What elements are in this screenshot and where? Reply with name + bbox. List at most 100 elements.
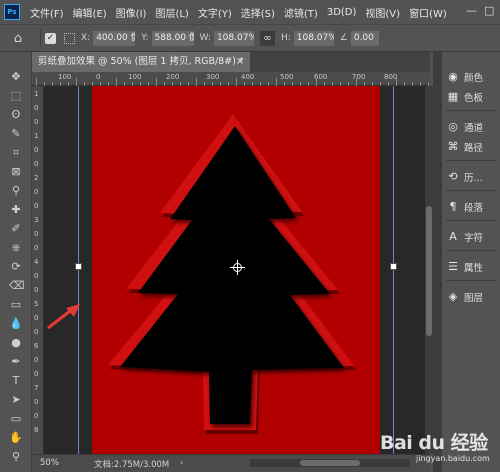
swatches-icon: ▦ [447,90,459,103]
ruler-left-label: 3 [34,216,39,224]
angle-input[interactable]: 0.00 [350,30,379,46]
eraser-tool-icon[interactable]: ⌫ [9,279,25,293]
x-input[interactable]: 400.00 像素 [93,30,136,46]
divider [40,29,41,47]
document-tab[interactable]: 剪纸叠加效果 @ 50% (图层 1 拷贝, RGB/8#) * × [32,52,250,72]
baidu-watermark: Bai du 经验 jingyan.baidu.com [380,428,498,470]
panel-item-swatches[interactable]: ▦ 色板 [446,88,500,106]
panel-divider [446,220,497,221]
photoshop-logo[interactable]: Ps [4,4,20,20]
brush-tool-icon[interactable]: ✐ [9,222,23,236]
menu-select[interactable]: 选择(S) [241,5,275,20]
menu-file[interactable]: 文件(F) [30,5,64,20]
menu-3d[interactable]: 3D(D) [327,7,357,18]
menu-view[interactable]: 视图(V) [365,5,400,20]
menu-window[interactable]: 窗口(W) [409,5,447,20]
reference-point-checkbox[interactable]: ✓ [45,32,56,44]
type-tool-icon[interactable]: T [9,374,23,388]
home-icon[interactable]: ⌂ [0,25,36,51]
hand-tool-icon[interactable]: ✋ [9,431,23,445]
rectangle-tool-icon[interactable]: ▭ [9,412,23,426]
menu-image[interactable]: 图像(I) [116,5,147,20]
ruler-tick [196,78,197,86]
quick-select-tool-icon[interactable]: ✎ [9,127,23,141]
horizontal-scroll-thumb[interactable] [300,460,360,466]
height-input[interactable]: 108.07% [293,30,334,46]
panel-item-label: 字符 [464,233,484,244]
ruler-left-label: 0 [34,286,39,294]
ruler-left-label: 4 [34,258,39,266]
dodge-tool-icon[interactable]: ● [9,336,23,350]
ruler-left-label: 0 [34,356,39,364]
y-label: Y: [141,33,149,43]
ruler-left-label: 0 [34,244,39,252]
menu-type[interactable]: 文字(Y) [198,5,232,20]
panel-divider [446,280,497,281]
pen-tool-icon[interactable]: ✒ [9,355,23,369]
lasso-tool-icon[interactable]: ʘ [9,108,23,122]
minimize-button[interactable]: — [466,4,477,17]
guide-line-right[interactable] [393,86,394,454]
panel-item-channels[interactable]: ◎ 通道 [446,118,500,136]
vertical-scroll-thumb[interactable] [426,206,432,336]
tree-shape [120,126,344,424]
panel-item-paragraph[interactable]: ¶ 段落 [446,198,500,216]
menu-layer[interactable]: 图层(L) [155,5,188,20]
frame-tool-icon[interactable]: ⊠ [9,165,23,179]
h-label: H: [280,33,291,43]
healing-tool-icon[interactable]: ✚ [9,203,23,217]
marquee-tool-icon[interactable]: ⬚ [9,89,23,103]
ruler-left-label: 8 [34,426,39,434]
ruler-left-label: 2 [34,174,39,182]
ruler-left-label: 1 [34,132,39,140]
transform-handle-left[interactable] [75,263,82,270]
ruler-tick [36,78,37,86]
gradient-tool-icon[interactable]: ▭ [9,298,23,312]
panel-item-label: 历... [464,173,483,184]
panel-item-properties[interactable]: ☰ 属性 [446,258,500,276]
zoom-level[interactable]: 50% [40,458,59,468]
panel-item-history[interactable]: ⟲ 历... [446,168,500,186]
ruler-left-label: 0 [34,412,39,420]
move-tool-icon[interactable]: ✥ [9,70,23,84]
paragraph-icon: ¶ [449,200,457,213]
panel-item-paths[interactable]: ⌘ 路径 [446,138,500,156]
menu-filter[interactable]: 滤镜(T) [284,5,318,20]
reference-point-icon[interactable] [64,32,75,44]
panel-item-character[interactable]: A 字符 [446,228,500,246]
history-brush-tool-icon[interactable]: ⟳ [9,260,23,274]
vertical-scrollbar[interactable] [425,86,433,454]
vertical-ruler[interactable]: 1 0 0 1 0 0 2 0 0 3 0 0 4 0 0 5 0 0 6 0 0 7 0 0 8 [32,86,44,454]
layers-icon: ◈ [448,290,458,303]
panel-item-palette[interactable]: ◉ 颜色 [446,68,500,86]
y-input[interactable]: 588.00 像素 [151,30,194,46]
panel-collapse-bar[interactable] [433,52,441,472]
path-select-tool-icon[interactable]: ➤ [9,393,23,407]
ruler-tick [156,78,157,86]
x-label: X: [81,33,91,43]
blur-tool-icon[interactable]: 💧 [9,317,23,331]
horizontal-ruler[interactable]: 100 0 100 200 300 400 500 600 700 800 [32,72,430,86]
status-menu-arrow-icon[interactable]: › [180,458,183,467]
maximize-button[interactable]: □ [484,4,494,17]
clone-stamp-tool-icon[interactable]: ⎈ [9,241,23,255]
watermark-main: Bai du 经验 [380,432,488,454]
zoom-tool-icon[interactable]: ⚲ [9,450,23,464]
w-label: W: [199,33,211,43]
menu-edit[interactable]: 编辑(E) [73,5,107,20]
transform-handle-right[interactable] [390,263,397,270]
ruler-left-label: 0 [34,118,39,126]
link-icon[interactable]: ∞ [259,30,275,46]
width-input[interactable]: 108.07% [213,30,254,46]
ruler-left-label: 0 [34,328,39,336]
close-tab-icon[interactable]: × [236,52,244,72]
eyedropper-tool-icon[interactable]: ⚲ [9,184,23,198]
ruler-left-label: 0 [34,202,39,210]
paths-icon: ⌘ [447,140,459,153]
ruler-left-label: 0 [34,398,39,406]
transform-center-icon[interactable] [230,260,245,275]
panel-divider [446,160,497,161]
panel-item-layers[interactable]: ◈ 图层 [446,288,500,306]
crop-tool-icon[interactable]: ⌗ [9,146,23,160]
guide-line-left[interactable] [78,86,79,454]
